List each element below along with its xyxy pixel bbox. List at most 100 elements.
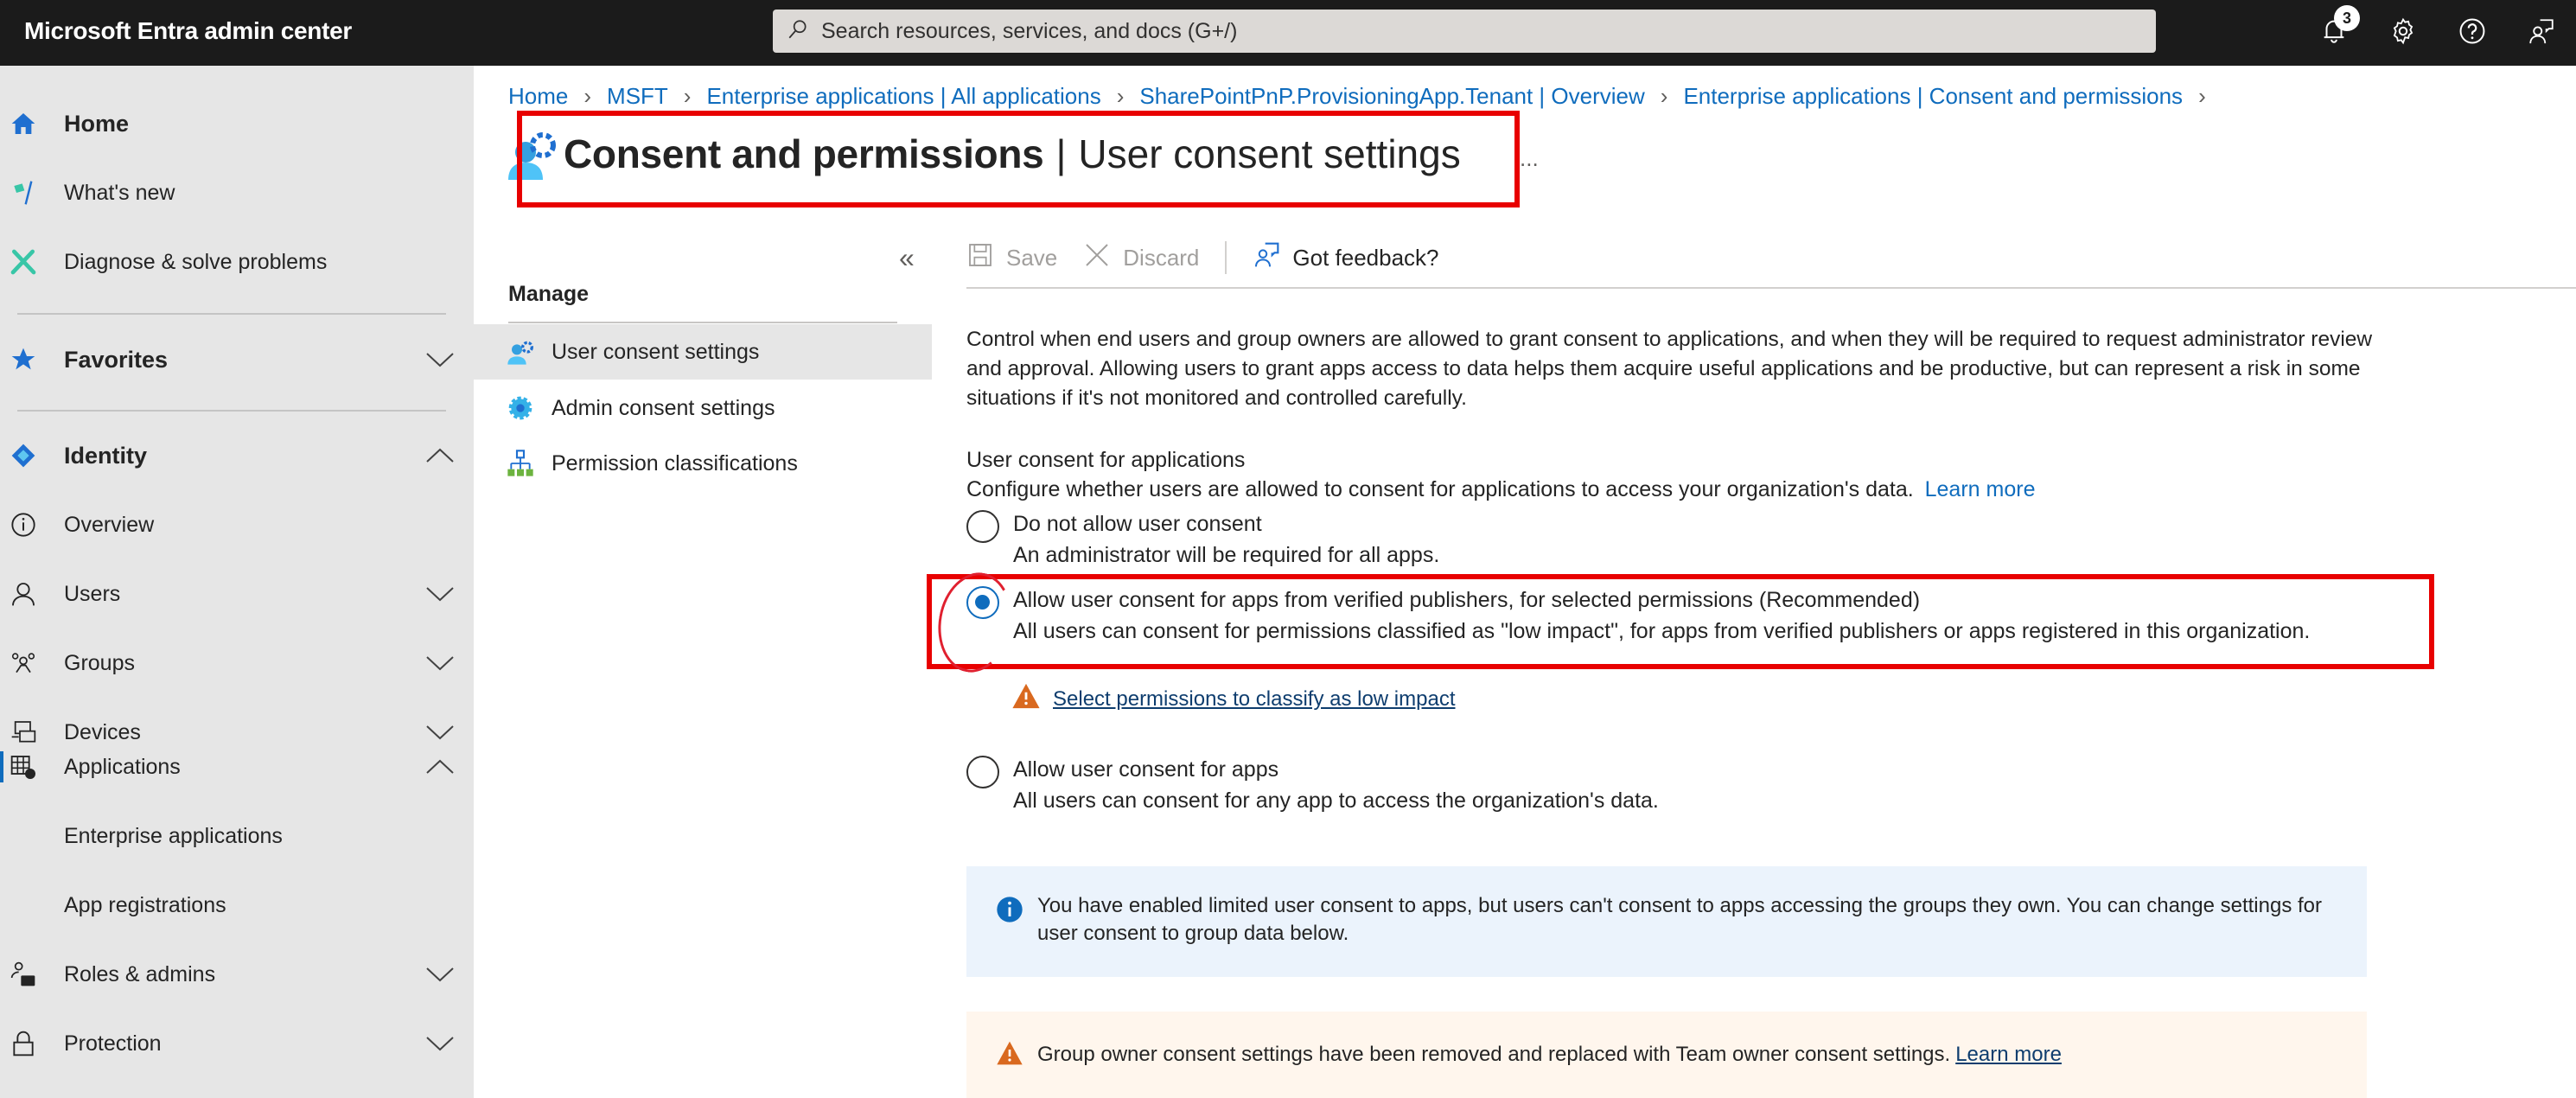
left-navigation: Home What's new Diagnose & solve problem… <box>0 66 474 1098</box>
radio-button[interactable] <box>966 510 999 543</box>
warning-icon <box>996 1039 1037 1071</box>
wrench-icon <box>9 247 38 277</box>
feedback-button[interactable] <box>2507 0 2576 66</box>
user-icon <box>9 579 38 609</box>
notification-badge: 3 <box>2334 5 2360 31</box>
save-label: Save <box>1006 244 1058 271</box>
search-icon <box>787 18 809 45</box>
nav-item-enterprise-applications[interactable]: Enterprise applications <box>0 801 474 871</box>
breadcrumb-consent-permissions[interactable]: Enterprise applications | Consent and pe… <box>1683 83 2183 110</box>
flag-icon <box>9 178 38 207</box>
gear-icon <box>507 394 534 422</box>
help-button[interactable] <box>2438 0 2507 66</box>
radio-description: All users can consent for any app to acc… <box>1013 788 1659 813</box>
nav-label: App registrations <box>64 892 226 917</box>
breadcrumb-all-applications[interactable]: Enterprise applications | All applicatio… <box>706 83 1100 110</box>
nav-label: Roles & admins <box>64 961 216 986</box>
nav-item-users[interactable]: Users <box>0 559 474 629</box>
feedback-icon <box>2527 16 2556 50</box>
annotation-box-option <box>927 574 2434 669</box>
breadcrumb-home[interactable]: Home <box>508 83 568 110</box>
chevron-right-icon: › <box>2198 83 2206 109</box>
subnav-item-permission-classifications[interactable]: Permission classifications <box>474 436 932 491</box>
nav-item-favorites[interactable]: Favorites <box>0 325 474 394</box>
chevron-down-icon[interactable] <box>425 585 455 603</box>
subnav-item-user-consent-settings[interactable]: User consent settings <box>474 324 932 380</box>
save-icon <box>966 241 1006 275</box>
top-bar: Microsoft Entra admin center 3 <box>0 0 2576 66</box>
nav-item-home[interactable]: Home <box>0 89 474 158</box>
warning-banner-message: Group owner consent settings have been r… <box>1037 1043 1951 1066</box>
command-separator <box>1225 241 1227 274</box>
collapse-menu-button[interactable]: « <box>899 242 915 274</box>
chevron-down-icon[interactable] <box>425 966 455 983</box>
feedback-label: Got feedback? <box>1292 244 1439 271</box>
user-consent-icon <box>507 338 534 366</box>
nav-item-whats-new[interactable]: What's new <box>0 158 474 227</box>
help-icon <box>2458 16 2487 50</box>
page-description: Control when end users and group owners … <box>966 328 2373 410</box>
subnav-heading: Manage <box>508 282 590 306</box>
feedback-button[interactable]: Got feedback? <box>1253 241 1439 275</box>
command-bar-divider <box>966 287 2576 289</box>
command-bar: Save Discard Got feedback? <box>966 235 1465 280</box>
nav-item-diagnose[interactable]: Diagnose & solve problems <box>0 227 474 297</box>
chevron-up-icon[interactable] <box>425 447 455 464</box>
chevron-down-icon[interactable] <box>425 351 455 368</box>
content-area: Control when end users and group owners … <box>966 325 2393 413</box>
breadcrumb-tenant[interactable]: MSFT <box>607 83 668 110</box>
learn-more-link[interactable]: Learn more <box>1925 477 2036 501</box>
search-input[interactable] <box>821 18 2031 44</box>
subnav-label: Permission classifications <box>552 450 798 476</box>
settings-button[interactable] <box>2369 0 2438 66</box>
subnav-divider <box>508 322 897 323</box>
subnav-label: User consent settings <box>552 339 760 364</box>
nav-item-roles-admins[interactable]: Roles & admins <box>0 940 474 1009</box>
chevron-down-icon[interactable] <box>425 654 455 672</box>
warning-icon <box>1011 681 1053 717</box>
subnav-label: Admin consent settings <box>552 395 775 420</box>
warning-banner-text: Group owner consent settings have been r… <box>1037 1043 2062 1067</box>
save-button[interactable]: Save <box>966 241 1057 275</box>
applications-icon <box>9 752 38 782</box>
nav-item-app-registrations[interactable]: App registrations <box>0 871 474 940</box>
more-options-button[interactable]: ... <box>1520 145 1539 172</box>
nav-label: Favorites <box>64 346 169 373</box>
nav-divider <box>17 410 446 412</box>
gear-icon <box>2388 16 2418 50</box>
warning-learn-more-link[interactable]: Learn more <box>1955 1043 2062 1066</box>
nav-label: Users <box>64 581 121 606</box>
section-description: Configure whether users are allowed to c… <box>966 477 2035 502</box>
chevron-right-icon: › <box>1116 83 1125 109</box>
nav-label: Protection <box>64 1031 162 1056</box>
classify-permissions-row: Select permissions to classify as low im… <box>1011 681 1456 717</box>
app-title[interactable]: Microsoft Entra admin center <box>24 17 352 45</box>
search-box[interactable] <box>773 10 2156 53</box>
info-banner-text: You have enabled limited user consent to… <box>1037 894 2323 945</box>
radio-description: An administrator will be required for al… <box>1013 543 1440 567</box>
breadcrumb-app-overview[interactable]: SharePointPnP.ProvisioningApp.Tenant | O… <box>1139 83 1644 110</box>
classify-permissions-link[interactable]: Select permissions to classify as low im… <box>1053 687 1456 712</box>
info-banner: You have enabled limited user consent to… <box>966 866 2367 977</box>
roles-icon <box>9 960 38 989</box>
discard-button[interactable]: Discard <box>1083 241 1199 275</box>
identity-diamond-icon <box>9 441 38 470</box>
info-icon <box>9 510 38 539</box>
chevron-right-icon: › <box>583 83 592 109</box>
nav-item-overview[interactable]: Overview <box>0 490 474 559</box>
nav-label: What's new <box>64 180 175 205</box>
nav-label: Applications <box>64 754 181 779</box>
nav-item-applications[interactable]: Applications <box>0 732 474 801</box>
radio-button[interactable] <box>966 756 999 788</box>
nav-label: Enterprise applications <box>64 823 283 848</box>
chevron-down-icon[interactable] <box>425 1035 455 1052</box>
hierarchy-icon <box>507 450 534 477</box>
nav-item-groups[interactable]: Groups <box>0 629 474 698</box>
discard-label: Discard <box>1123 244 1200 271</box>
notifications-button[interactable]: 3 <box>2299 0 2369 66</box>
nav-item-identity[interactable]: Identity <box>0 421 474 490</box>
subnav-item-admin-consent-settings[interactable]: Admin consent settings <box>474 380 932 436</box>
chevron-up-icon[interactable] <box>425 758 455 776</box>
nav-item-protection[interactable]: Protection <box>0 1009 474 1078</box>
info-icon <box>996 892 1037 928</box>
